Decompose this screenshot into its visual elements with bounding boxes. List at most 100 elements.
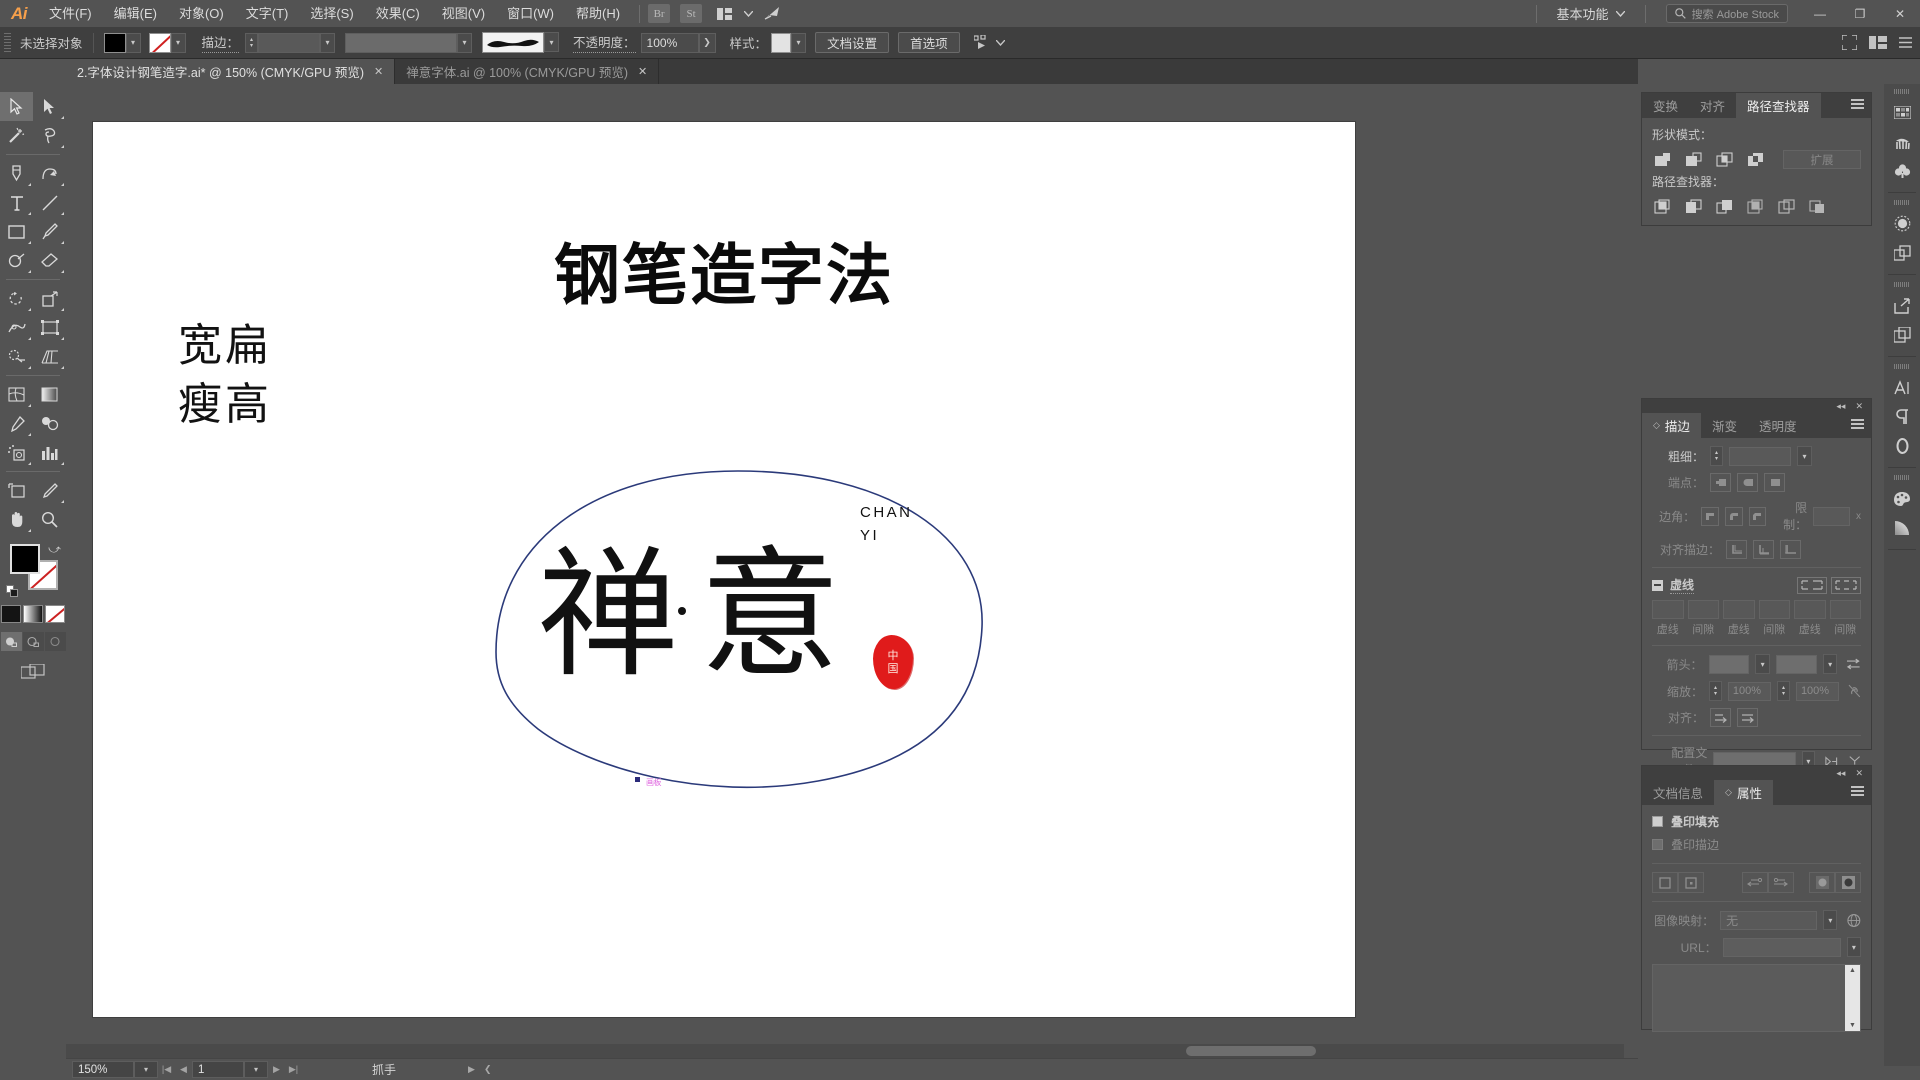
tab-stroke[interactable]: ◇ 描边 <box>1642 413 1701 438</box>
arrowhead-start-field[interactable] <box>1708 654 1750 674</box>
limit-input[interactable] <box>1813 506 1850 526</box>
align-to-control[interactable] <box>973 35 1005 50</box>
tab-pathfinder[interactable]: 路径查找器 <box>1736 93 1821 118</box>
tab-transparency[interactable]: 透明度 <box>1747 413 1808 438</box>
nonzero-fill-rule-icon[interactable] <box>1652 872 1678 893</box>
tab-gradient[interactable]: 渐变 <box>1700 413 1748 438</box>
tab-align[interactable]: 对齐 <box>1689 93 1737 118</box>
extend-arrow-beyond-end-icon[interactable] <box>1710 708 1731 727</box>
shape-builder-tool[interactable] <box>0 342 33 371</box>
eyedropper-tool[interactable] <box>0 409 33 438</box>
shaper-tool[interactable] <box>0 246 33 275</box>
reverse-path-direction-off-icon[interactable] <box>1742 872 1768 893</box>
workspace-switcher[interactable]: 基本功能 <box>1545 0 1637 27</box>
brush-chevron-icon[interactable]: ▾ <box>544 32 560 52</box>
zoom-level-input[interactable]: 150% <box>72 1061 134 1078</box>
artboard-number-input[interactable]: 1 <box>192 1061 244 1078</box>
close-panel-icon[interactable]: ✕ <box>1855 768 1863 779</box>
arrowhead-start-chevron-icon[interactable]: ▾ <box>1755 654 1770 674</box>
lasso-tool[interactable] <box>33 121 66 150</box>
bevel-join-icon[interactable] <box>1748 506 1767 526</box>
scale-end-stepper[interactable]: ▴ ▾ <box>1777 681 1790 701</box>
dash-preserve-exact-icon[interactable] <box>1797 576 1827 594</box>
symbols-icon[interactable] <box>1884 156 1920 185</box>
zen-logo-group[interactable]: 禅 意 CHAN YI 中 国 画板 <box>488 457 1008 789</box>
arrange-icon[interactable] <box>1869 36 1887 49</box>
gradient-mode-button[interactable] <box>23 605 43 623</box>
gradient-panel-icon[interactable] <box>1884 513 1920 542</box>
scroll-down-icon[interactable]: ▼ <box>1849 1022 1856 1029</box>
selection-tool[interactable] <box>0 92 33 121</box>
align-outside-stroke-icon[interactable] <box>1780 540 1801 559</box>
document-setup-button[interactable]: 文档设置 <box>815 32 890 53</box>
fill-color-indicator[interactable] <box>10 544 40 574</box>
rectangle-tool[interactable] <box>0 217 33 246</box>
menu-window[interactable]: 窗口(W) <box>496 0 565 27</box>
fill-swatch[interactable] <box>103 32 126 53</box>
width-tool[interactable] <box>0 313 33 342</box>
canvas-area[interactable]: 钢笔造字法 宽扁 瘦高 禅 意 CHAN YI 中 国 画板 <box>66 84 1638 1066</box>
opacity-control[interactable]: 100% ❯ <box>640 32 716 53</box>
overprint-stroke-checkbox[interactable] <box>1652 839 1663 850</box>
slice-tool[interactable] <box>33 476 66 505</box>
url-chevron-icon[interactable]: ▾ <box>1846 937 1861 957</box>
dashed-line-checkbox[interactable] <box>1652 579 1663 591</box>
stroke-weight-stepper[interactable]: ▴ ▾ <box>245 32 259 53</box>
illustrator-home-icon[interactable] <box>760 0 784 27</box>
stroke-weight-control[interactable]: ▴ ▾ ▾ <box>245 32 336 53</box>
overprint-fill-checkbox[interactable] <box>1652 816 1663 827</box>
image-map-chevron-icon[interactable]: ▾ <box>1823 910 1838 930</box>
rail-grip[interactable] <box>1894 200 1910 205</box>
rail-grip[interactable] <box>1894 89 1910 94</box>
even-odd-fill-rule-icon[interactable] <box>1678 872 1704 893</box>
url-history-list[interactable]: ▲ ▼ <box>1652 964 1861 1032</box>
scale-tool[interactable] <box>33 284 66 313</box>
scroll-up-icon[interactable]: ▲ <box>1849 967 1856 974</box>
link-scales-icon[interactable] <box>1848 684 1861 698</box>
fill-color-control[interactable]: ▾ <box>103 32 141 53</box>
reverse-path-direction-on-icon[interactable] <box>1768 872 1794 893</box>
maximize-button[interactable]: ❐ <box>1840 0 1880 27</box>
control-bar-grip[interactable] <box>4 32 11 53</box>
minimize-button[interactable]: — <box>1800 0 1840 27</box>
free-transform-tool[interactable] <box>33 313 66 342</box>
menu-help[interactable]: 帮助(H) <box>565 0 631 27</box>
column-graph-tool[interactable] <box>33 438 66 467</box>
panel-menu-icon[interactable] <box>1899 37 1912 48</box>
url-list-scrollbar[interactable]: ▲ ▼ <box>1845 965 1860 1031</box>
rail-grip[interactable] <box>1894 475 1910 480</box>
round-join-icon[interactable] <box>1724 506 1743 526</box>
variable-width-profile[interactable]: ▾ <box>345 32 473 53</box>
artboard[interactable]: 钢笔造字法 宽扁 瘦高 禅 意 CHAN YI 中 国 画板 <box>93 122 1355 1017</box>
overprint-fill-row[interactable]: 叠印填充 <box>1652 813 1861 830</box>
stock-button[interactable]: St <box>680 4 703 23</box>
search-input[interactable]: 搜索 Adobe Stock <box>1665 4 1788 23</box>
round-cap-icon[interactable] <box>1737 473 1758 492</box>
expand-button[interactable]: 扩展 <box>1783 150 1861 169</box>
artboards-icon[interactable] <box>1884 320 1920 349</box>
type-tool[interactable] <box>0 188 33 217</box>
rotate-tool[interactable] <box>0 284 33 313</box>
collapse-panel-icon[interactable]: ◂◂ <box>1836 401 1845 412</box>
browser-preview-icon[interactable] <box>1847 913 1861 928</box>
tab-transform[interactable]: 变换 <box>1642 93 1690 118</box>
stroke-weight-chevron-icon[interactable]: ▾ <box>320 32 336 53</box>
zoom-tool[interactable] <box>33 505 66 534</box>
hscroll-thumb[interactable] <box>1186 1046 1316 1056</box>
merge-icon[interactable] <box>1714 197 1735 216</box>
current-tool-label[interactable]: 抓手 <box>372 1061 396 1078</box>
align-center-stroke-icon[interactable] <box>1726 540 1747 559</box>
draw-behind-button[interactable] <box>22 632 44 651</box>
tab-attributes[interactable]: ◇ 属性 <box>1714 780 1773 805</box>
preferences-button[interactable]: 首选项 <box>898 32 960 53</box>
stroke-weight-input[interactable] <box>258 32 321 53</box>
graphic-style-control[interactable]: ▾ <box>771 32 807 53</box>
width-profile-field[interactable] <box>345 32 458 53</box>
minus-back-icon[interactable] <box>1807 197 1828 216</box>
color-mode-button[interactable] <box>1 605 21 623</box>
collapse-panel-icon[interactable]: ◂◂ <box>1836 768 1845 779</box>
show-center-icon[interactable] <box>1835 872 1861 893</box>
mesh-tool[interactable] <box>0 380 33 409</box>
perspective-grid-tool[interactable] <box>33 342 66 371</box>
fill-chevron-icon[interactable]: ▾ <box>125 32 141 53</box>
